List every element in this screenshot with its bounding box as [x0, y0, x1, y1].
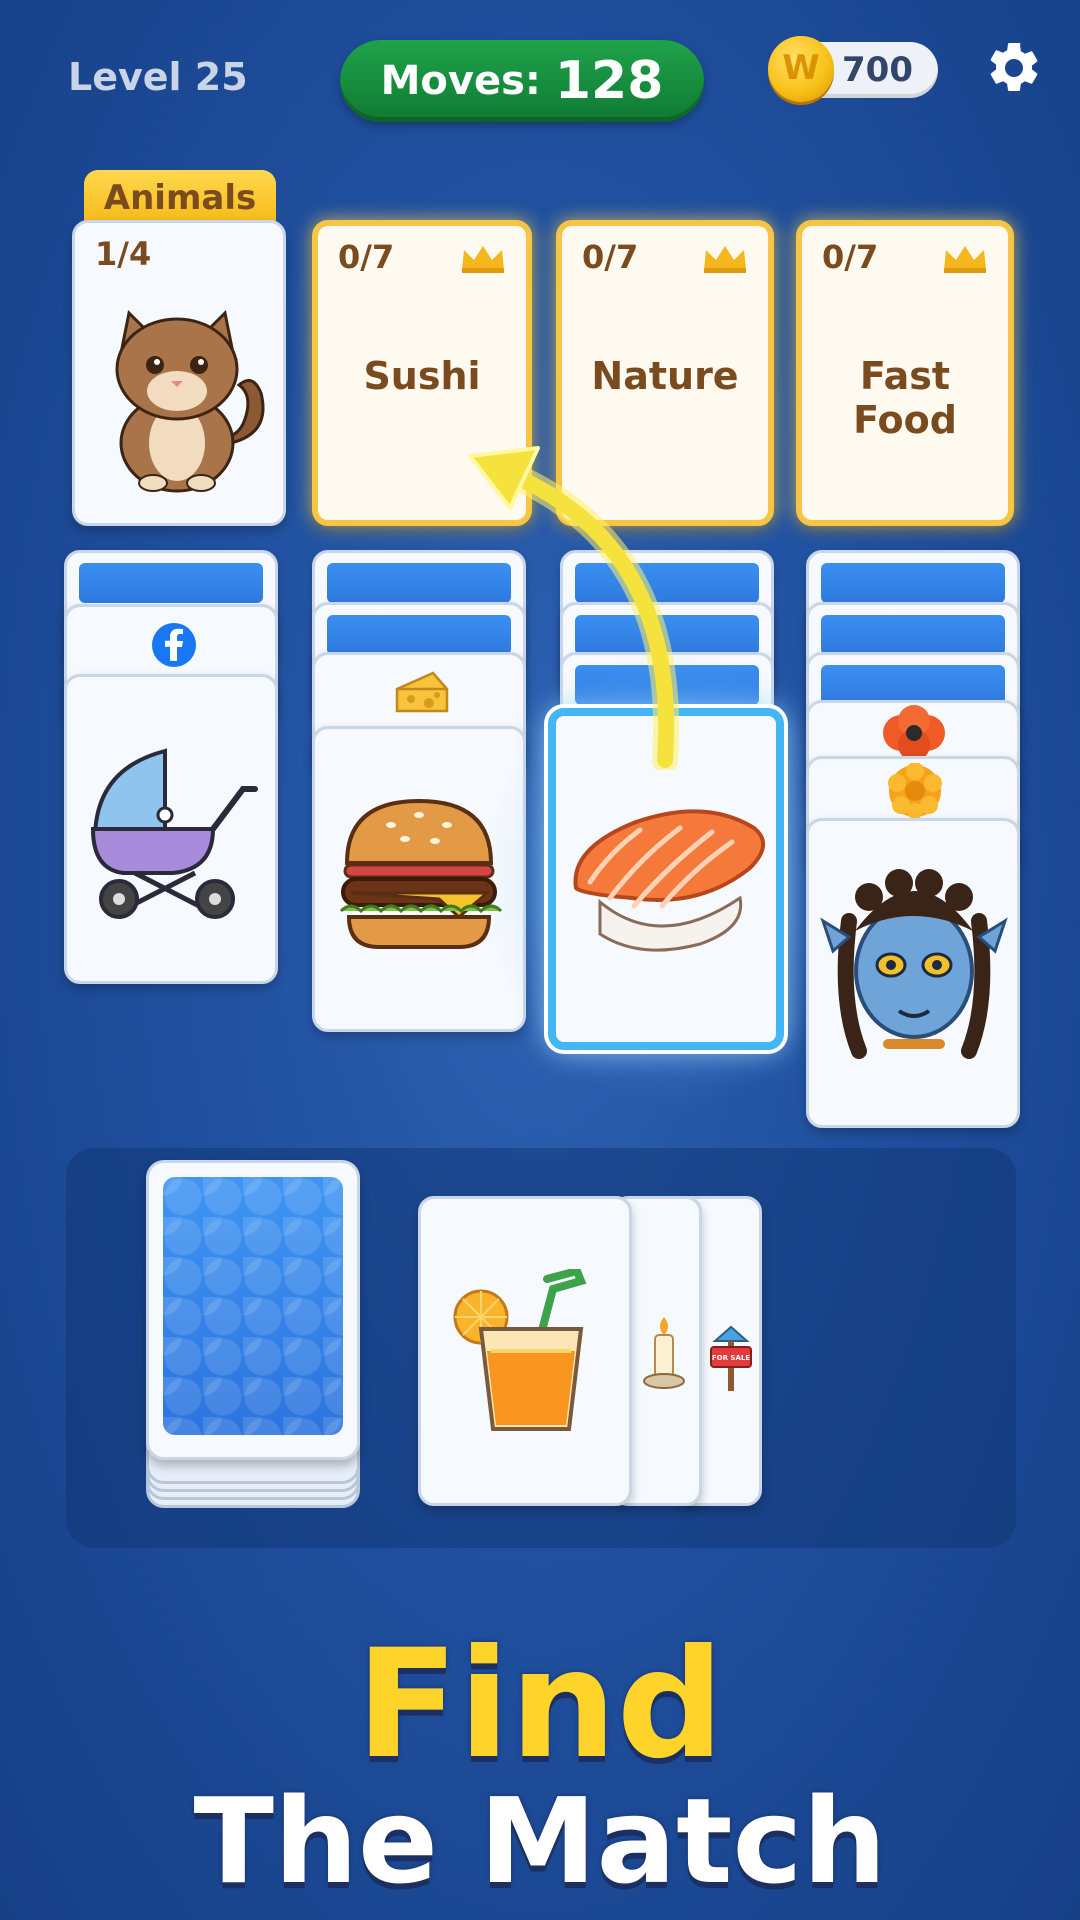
moves-value: 128 — [554, 51, 664, 111]
crown-icon — [944, 246, 986, 273]
slot-title: Sushi — [363, 354, 481, 398]
headline-find: Find — [355, 1618, 725, 1792]
coin-icon: W — [768, 36, 834, 102]
stroller-icon — [90, 748, 258, 919]
slot-title: Nature — [591, 354, 739, 398]
slot-count: 0/7 — [582, 238, 639, 276]
marigold-icon — [888, 763, 942, 819]
crown-icon — [462, 246, 504, 273]
moves-counter: Moves: 128 — [340, 40, 704, 122]
game-screen: { "header": { "level": "Level 25", "move… — [0, 0, 1080, 1920]
crown-icon — [704, 246, 746, 273]
sushi-icon — [573, 809, 765, 952]
for-sale-text: FOR SALE — [712, 1354, 750, 1362]
tableau-card-stroller[interactable] — [64, 674, 278, 984]
card-back-pattern — [163, 1177, 343, 1435]
cat-icon — [115, 309, 265, 493]
facebook-icon — [152, 623, 196, 667]
slot-count: 0/7 — [338, 238, 395, 276]
draw-pile[interactable] — [146, 1160, 360, 1460]
slot-title: Fast Food — [853, 354, 957, 442]
juice-icon — [453, 1269, 587, 1431]
waste-card-juice[interactable] — [418, 1196, 632, 1506]
candle-icon — [643, 1317, 685, 1389]
for-sale-sign-icon: FOR SALE — [710, 1325, 752, 1391]
tableau-card-avatar-face[interactable] — [806, 818, 1020, 1128]
level-label: Level 25 — [68, 55, 248, 99]
moves-label: Moves: — [380, 58, 541, 104]
category-tab-animals: Animals — [84, 170, 276, 226]
slot-count: 1/4 — [95, 235, 152, 273]
slot-count: 0/7 — [822, 238, 879, 276]
headline-the-match: The Match — [193, 1772, 887, 1910]
avatar-face-icon — [820, 869, 1008, 1059]
move-hint-arrow-icon — [468, 446, 680, 770]
coin-amount: 700 — [842, 50, 913, 90]
category-slot-fast-food[interactable]: 0/7 Fast Food — [796, 220, 1014, 526]
gear-icon[interactable] — [984, 38, 1044, 98]
category-slot-animals[interactable]: 1/4 — [72, 220, 286, 526]
